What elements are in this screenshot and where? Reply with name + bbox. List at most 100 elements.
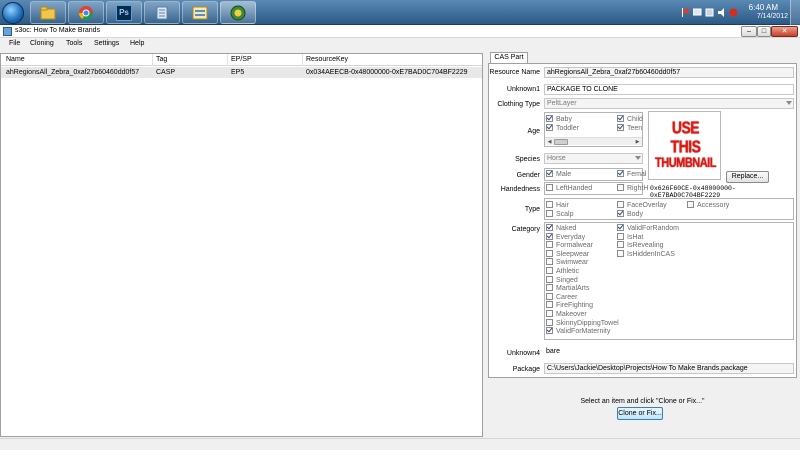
taskbar-explorer-button[interactable] [30, 1, 66, 24]
package-path-field[interactable]: C:\Users\Jackie\Desktop\Projects\How To … [544, 363, 794, 374]
category-label: Category [511, 226, 540, 233]
checkbox-label: Career [556, 293, 578, 301]
thumbnail-text-line: THIS [670, 136, 701, 156]
resource-name-label: Resource Name [489, 69, 540, 76]
column-tag[interactable]: Tag [156, 56, 167, 66]
checkbox-label: Naked [556, 225, 577, 232]
maximize-button[interactable]: □ [757, 26, 771, 37]
checkbox-box[interactable] [546, 224, 553, 231]
checkbox-box[interactable] [617, 224, 624, 231]
checkbox-box[interactable] [546, 310, 553, 317]
taskbar-s3oc-button[interactable] [220, 1, 256, 24]
taskbar: Ps 6:40 AM 7/14/2012 [0, 0, 800, 25]
clone-or-fix-button[interactable]: Clone or Fix... [617, 407, 663, 420]
species-label: Species [515, 156, 540, 163]
type-scalp-checkbox[interactable]: Scalp [546, 210, 574, 219]
unknown4-field[interactable]: bare [544, 347, 794, 358]
category_left-checkbox[interactable]: ValidForMaternity [546, 327, 610, 336]
clothing-type-value: PeltLayer [547, 100, 577, 107]
resource-name-field[interactable]: ahRegionsAll_Zebra_0xaf27b60460dd0f57 [544, 67, 794, 78]
checkbox-box[interactable] [546, 327, 553, 335]
tab-strip: CAS Part [488, 51, 800, 64]
minimize-button[interactable]: – [741, 26, 757, 37]
menu-tools[interactable]: Tools [66, 40, 82, 47]
cell-name: ahRegionsAll_Zebra_0xaf27b60460dd0f57 [6, 69, 140, 76]
clock-date[interactable]: 7/14/2012 [757, 13, 788, 20]
scroll-left-icon[interactable]: ◀ [546, 139, 553, 145]
cell-resource-key: 0x034AEECB-0x48000000-0xE7BAD0C704BF2229 [306, 69, 468, 76]
checkbox-box[interactable] [546, 267, 553, 274]
checkbox-label: IsHat [627, 233, 644, 241]
checkbox-box[interactable] [617, 241, 624, 249]
start-button[interactable] [2, 2, 24, 24]
gender-female-checkbox[interactable]: Femal [617, 170, 646, 179]
type-checklist[interactable] [544, 198, 794, 220]
checkbox-box[interactable] [546, 275, 553, 283]
taskbar-chrome-button[interactable] [68, 1, 104, 24]
flag-icon[interactable] [681, 8, 690, 17]
gender-male-checkbox[interactable]: Male [546, 170, 571, 179]
resource-list[interactable]: Name Tag EP/SP ResourceKey ahRegionsAll_… [0, 53, 483, 437]
menu-file[interactable]: File [9, 40, 20, 47]
type-body-checkbox[interactable]: Body [617, 210, 643, 219]
menu-bar: File Cloning Tools Settings Help [0, 38, 800, 50]
photoshop-icon: Ps [116, 4, 132, 21]
checkbox-box[interactable] [546, 232, 553, 240]
column-ep-sp[interactable]: EP/SP [231, 56, 252, 66]
column-divider[interactable] [152, 54, 153, 66]
checkbox-label: ValidForRandom [627, 225, 680, 232]
checkbox-box[interactable] [546, 284, 553, 292]
column-resource-key[interactable]: ResourceKey [306, 56, 348, 66]
table-row[interactable]: ahRegionsAll_Zebra_0xaf27b60460dd0f57 CA… [1, 67, 482, 78]
age-teen-checkbox[interactable]: Teen [617, 124, 642, 133]
thumbnail-image: USE THIS THUMBNAIL [648, 111, 721, 180]
file-manager-icon [192, 6, 208, 19]
checkbox-label: Formalwear [556, 242, 593, 250]
column-divider[interactable] [302, 54, 303, 66]
close-button[interactable]: ✕ [771, 26, 798, 37]
handedness-left-checkbox[interactable]: LeftHanded [546, 184, 592, 193]
scroll-right-icon[interactable]: ▶ [634, 139, 641, 145]
taskbar-photoshop-button[interactable]: Ps [106, 1, 142, 24]
species-value: Horse [547, 155, 566, 162]
clothing-type-dropdown[interactable]: PeltLayer [544, 98, 794, 109]
replace-thumbnail-button[interactable]: Replace... [726, 171, 769, 183]
checkbox-box[interactable] [546, 241, 553, 249]
column-divider[interactable] [227, 54, 228, 66]
checkbox-box[interactable] [546, 292, 553, 300]
checkbox-box[interactable] [617, 232, 624, 240]
species-dropdown[interactable]: Horse [544, 153, 643, 164]
menu-help[interactable]: Help [130, 40, 144, 47]
type-hair-checkbox[interactable]: Hair [546, 201, 569, 210]
type-accessory-checkbox[interactable]: Accessory [687, 201, 729, 210]
taskbar-notepad-button[interactable] [144, 1, 180, 24]
taskbar-filemanager-button[interactable] [182, 1, 218, 24]
clock-time[interactable]: 6:40 AM [749, 3, 778, 12]
checkbox-box[interactable] [546, 249, 553, 257]
menu-cloning[interactable]: Cloning [30, 40, 54, 47]
security-alert-icon[interactable] [729, 8, 738, 17]
window-titlebar: s3oc: How To Make Brands – □ ✕ [0, 25, 800, 38]
scrollbar-thumb[interactable] [554, 139, 568, 145]
handedness-right-checkbox[interactable]: RightH [617, 184, 648, 193]
column-name[interactable]: Name [6, 56, 25, 66]
chrome-icon [79, 5, 93, 20]
type-faceoverlay-checkbox[interactable]: FaceOverlay [617, 201, 667, 210]
checkbox-box[interactable] [617, 249, 624, 257]
menu-settings[interactable]: Settings [94, 40, 119, 47]
instruction-message: Select an item and click "Clone or Fix..… [580, 398, 705, 405]
checkbox-box[interactable] [546, 318, 553, 326]
network-icon[interactable] [692, 8, 702, 17]
volume-icon[interactable] [717, 8, 726, 17]
notepad-icon [156, 6, 168, 19]
battery-icon[interactable] [705, 8, 714, 17]
unknown1-field[interactable]: PACKAGE TO CLONE [544, 84, 794, 95]
category_right-checkbox[interactable]: IsHiddenInCAS [617, 249, 675, 259]
checkbox-box[interactable] [546, 301, 553, 309]
age-horizontal-scrollbar[interactable]: ◀ ▶ [545, 137, 642, 145]
age-toddler-checkbox[interactable]: Toddler [546, 124, 579, 133]
unknown1-label: Unknown1 [506, 86, 540, 93]
show-desktop-button[interactable] [790, 0, 800, 25]
checkbox-label: Sleepwear [556, 250, 590, 258]
checkbox-box[interactable] [546, 258, 553, 266]
